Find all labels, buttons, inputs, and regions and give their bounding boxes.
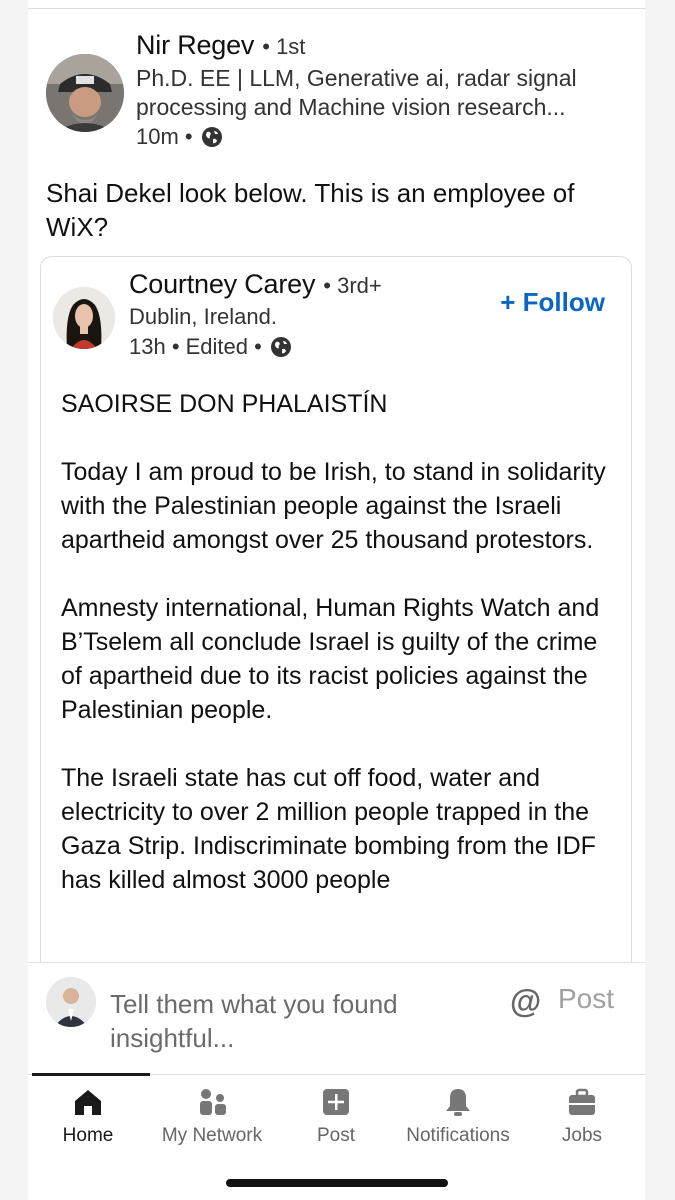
home-indicator xyxy=(226,1179,448,1187)
nav-label: Jobs xyxy=(561,1125,603,1146)
divider xyxy=(28,8,645,9)
home-icon xyxy=(75,1090,101,1115)
comment-composer: Tell them what you found insightful... @… xyxy=(28,962,645,1074)
post-comment-button[interactable]: Post xyxy=(558,983,614,1015)
network-icon xyxy=(200,1089,226,1115)
share-commentary: Shai Dekel look below. This is an employ… xyxy=(46,178,575,242)
nav-notifications[interactable]: Notifications xyxy=(398,1085,518,1147)
briefcase-icon xyxy=(569,1088,595,1115)
author-location: Dublin, Ireland. xyxy=(129,304,277,329)
nav-label: Home xyxy=(62,1125,114,1146)
nav-jobs[interactable]: Jobs xyxy=(522,1085,642,1147)
author-avatar[interactable] xyxy=(53,287,115,349)
post-paragraph: The Israeli state has cut off food, wate… xyxy=(61,764,596,894)
post-icon xyxy=(323,1089,349,1115)
left-edge xyxy=(0,0,28,1200)
post-paragraph: Today I am proud to be Irish, to stand i… xyxy=(61,458,606,554)
sharer-headline: Ph.D. EE | LLM, Generative ai, radar sig… xyxy=(136,65,577,120)
follow-button[interactable]: + Follow xyxy=(500,287,605,318)
linkedin-feed-screen: Nir Regev • 1st Ph.D. EE | LLM, Generati… xyxy=(0,0,675,1200)
original-post-header: Courtney Carey • 3rd+ Dublin, Ireland. 1… xyxy=(53,269,619,369)
active-tab-indicator xyxy=(32,1073,150,1076)
nav-my-network[interactable]: My Network xyxy=(152,1085,272,1147)
original-post-time: 13h • Edited • xyxy=(129,334,262,359)
mention-icon[interactable]: @ xyxy=(510,983,541,1020)
nav-label: Notifications xyxy=(406,1125,510,1146)
original-post-card[interactable]: Courtney Carey • 3rd+ Dublin, Ireland. 1… xyxy=(40,256,632,1056)
bell-icon xyxy=(446,1089,470,1116)
bottom-nav: Home My Network Post Notifications Jobs xyxy=(28,1073,645,1164)
author-name[interactable]: Courtney Carey xyxy=(129,269,315,300)
sharer-header: Nir Regev • 1st Ph.D. EE | LLM, Generati… xyxy=(46,30,645,160)
nav-label: Post xyxy=(316,1125,356,1146)
current-user-avatar xyxy=(46,977,96,1027)
sharer-avatar[interactable] xyxy=(46,54,124,132)
original-post-body: SAOIRSE DON PHALAISTÍN Today I am proud … xyxy=(61,387,611,931)
post-time: 10m • xyxy=(136,124,193,149)
post-paragraph: SAOIRSE DON PHALAISTÍN xyxy=(61,390,388,418)
post-paragraph: Amnesty international, Human Rights Watc… xyxy=(61,594,600,724)
globe-icon xyxy=(201,126,223,148)
comment-input[interactable]: Tell them what you found insightful... xyxy=(110,987,470,1055)
right-edge xyxy=(645,0,675,1200)
nav-post[interactable]: Post xyxy=(276,1085,396,1147)
connection-degree: • 1st xyxy=(262,34,306,59)
sharer-name[interactable]: Nir Regev xyxy=(136,30,254,61)
nav-home[interactable]: Home xyxy=(28,1085,148,1147)
author-degree: • 3rd+ xyxy=(323,273,382,298)
globe-icon xyxy=(270,336,292,358)
nav-label: My Network xyxy=(161,1125,263,1146)
